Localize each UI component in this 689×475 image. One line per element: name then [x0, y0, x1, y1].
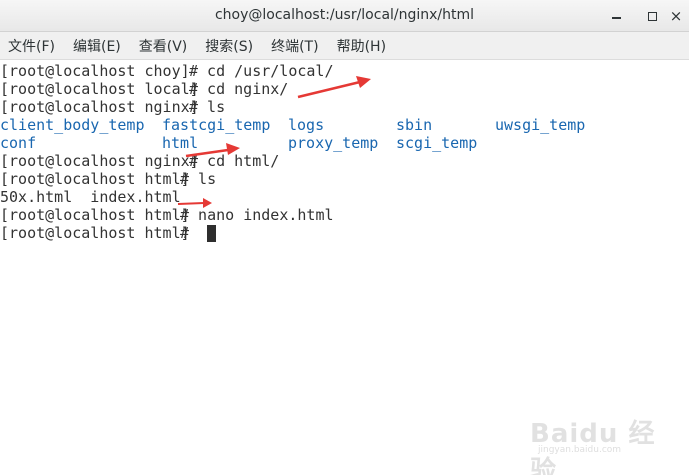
dir-entry: fastcgi_temp: [162, 116, 271, 134]
minimize-button[interactable]: [604, 4, 628, 28]
terminal-line: [root@localhost local] # cd nginx/: [0, 80, 288, 98]
watermark-logo: Baidu 经验: [530, 419, 656, 475]
shell-prompt: [root@localhost local]: [0, 80, 199, 98]
text-cursor: [207, 224, 216, 242]
shell-prompt: [root@localhost nginx]: [0, 152, 199, 170]
menu-bar: 文件(F) 编辑(E) 查看(V) 搜索(S) 终端(T) 帮助(H): [0, 32, 689, 60]
maximize-icon: [647, 11, 657, 21]
shell-command: # nano index.html: [180, 206, 334, 224]
dir-entry: scgi_temp: [396, 134, 478, 152]
menu-search[interactable]: 搜索(S): [197, 36, 261, 56]
maximize-button[interactable]: [640, 4, 664, 28]
shell-prompt: [root@localhost choy]: [0, 62, 190, 80]
directory-listing-row: conf html proxy_temp scgi_temp: [0, 134, 477, 152]
shell-command: #: [180, 224, 199, 242]
terminal-line: [root@localhost nginx] # cd html/: [0, 152, 279, 170]
baidu-watermark: Baidu 经验 jingyan.baidu.com: [530, 405, 680, 475]
shell-command: # ls: [189, 98, 226, 116]
menu-help[interactable]: 帮助(H): [329, 36, 394, 56]
dir-entry: uwsgi_temp: [495, 116, 586, 134]
menu-file[interactable]: 文件(F): [0, 36, 63, 56]
minimize-icon: [611, 17, 621, 19]
shell-command: # cd nginx/: [189, 80, 289, 98]
terminal-line: 50x.html index.html: [0, 188, 181, 206]
terminal-line: [root@localhost nginx] # ls: [0, 98, 225, 116]
close-icon: ×: [669, 6, 683, 25]
menu-terminal[interactable]: 终端(T): [263, 36, 326, 56]
terminal-line: [root@localhost html] #: [0, 224, 216, 242]
shell-prompt: [root@localhost html]: [0, 170, 190, 188]
watermark-url: jingyan.baidu.com: [538, 445, 622, 455]
terminal-line: [root@localhost choy] # cd /usr/local/: [0, 62, 334, 80]
menu-view[interactable]: 查看(V): [131, 36, 196, 56]
menu-edit[interactable]: 编辑(E): [65, 36, 129, 56]
dir-entry: logs: [288, 116, 325, 134]
shell-command: # cd html/: [189, 152, 280, 170]
directory-listing-row: client_body_temp fastcgi_temp logs sbin …: [0, 116, 585, 134]
dir-entry: client_body_temp: [0, 116, 145, 134]
dir-entry: conf: [0, 134, 37, 152]
terminal-line: [root@localhost html] # ls: [0, 170, 216, 188]
terminal-line: [root@localhost html] # nano index.html: [0, 206, 334, 224]
close-button[interactable]: ×: [664, 4, 688, 28]
title-bar: choy@localhost:/usr/local/nginx/html ×: [0, 0, 689, 32]
shell-prompt: [root@localhost html]: [0, 206, 190, 224]
shell-prompt: [root@localhost nginx]: [0, 98, 199, 116]
command-output: 50x.html index.html: [0, 188, 181, 206]
shell-command: # ls: [180, 170, 217, 188]
dir-entry: proxy_temp: [288, 134, 379, 152]
dir-entry: html: [162, 134, 199, 152]
window-title: choy@localhost:/usr/local/nginx/html: [214, 7, 475, 23]
shell-command: # cd /usr/local/: [189, 62, 334, 80]
dir-entry: sbin: [396, 116, 433, 134]
shell-prompt: [root@localhost html]: [0, 224, 190, 242]
